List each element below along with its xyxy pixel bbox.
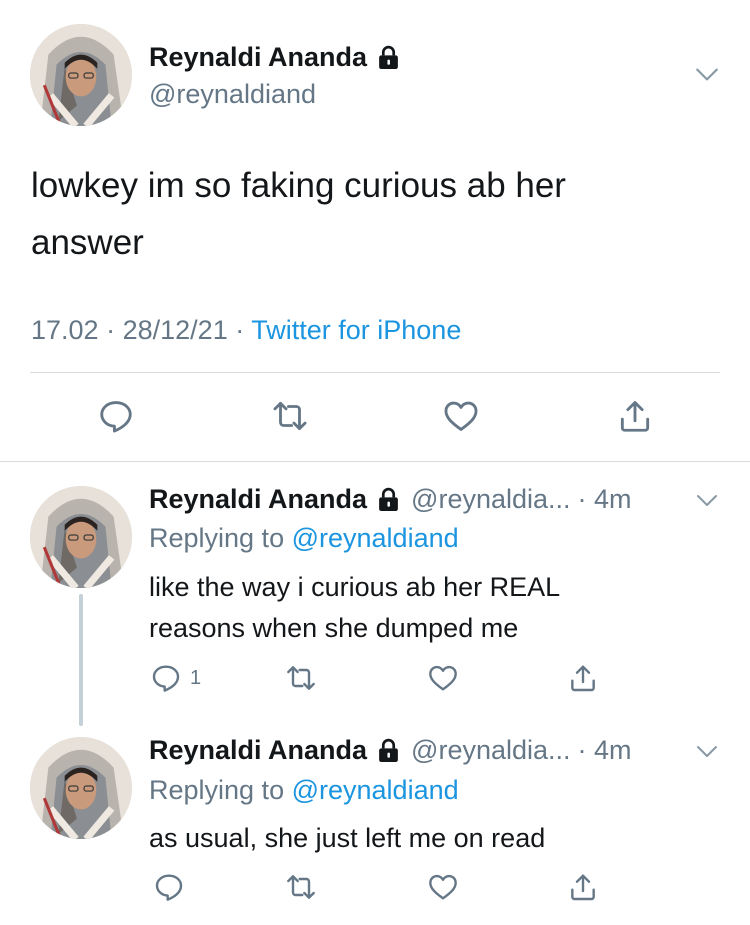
thread-line xyxy=(79,594,83,726)
reply-time: · 4m xyxy=(577,735,632,765)
reply-text: like the way i curious ab her REAL reaso… xyxy=(149,572,560,643)
avatar-photo xyxy=(30,486,132,588)
heart-icon[interactable] xyxy=(442,397,480,435)
reply-time: · 4m xyxy=(577,484,632,514)
retweet-icon[interactable] xyxy=(285,662,317,694)
lock-icon xyxy=(379,487,398,511)
retweet-icon[interactable] xyxy=(271,397,309,435)
tweet-source-link[interactable]: Twitter for iPhone xyxy=(251,315,461,345)
lock-icon xyxy=(379,45,398,69)
replying-to: Replying to @reynaldiand xyxy=(149,775,459,805)
heart-icon[interactable] xyxy=(427,662,459,694)
reply-count: 1 xyxy=(190,667,202,689)
author-name[interactable]: Reynaldi Ananda xyxy=(149,42,401,73)
reply-header: Reynaldi Ananda @reynaldia... · 4m xyxy=(149,735,632,766)
reply-text: as usual, she just left me on read xyxy=(149,823,546,853)
author-name[interactable]: Reynaldi Ananda xyxy=(149,735,367,766)
retweet-icon[interactable] xyxy=(285,871,317,903)
author-handle[interactable]: @reynaldia... xyxy=(411,484,570,515)
meta-separator: · xyxy=(235,315,245,345)
chevron-down-icon[interactable] xyxy=(695,488,719,512)
meta-separator: · xyxy=(106,315,116,345)
reply-icon[interactable] xyxy=(97,397,135,435)
tweet-time: 17.02 xyxy=(31,315,99,345)
heart-icon[interactable] xyxy=(427,871,459,903)
author-name[interactable]: Reynaldi Ananda xyxy=(149,484,367,515)
divider xyxy=(30,372,720,373)
replying-to-handle-link[interactable]: @reynaldiand xyxy=(292,523,459,553)
tweet-text: lowkey im so faking curious ab her answe… xyxy=(31,166,566,262)
chevron-down-icon[interactable] xyxy=(695,739,719,763)
share-icon[interactable] xyxy=(567,662,599,694)
author-handle[interactable]: @reynaldiand xyxy=(149,79,316,110)
lock-icon xyxy=(379,738,398,762)
chevron-down-icon[interactable] xyxy=(694,61,720,87)
avatar[interactable] xyxy=(30,486,132,588)
replying-to: Replying to @reynaldiand xyxy=(149,523,459,553)
divider xyxy=(0,461,750,462)
reply-icon[interactable] xyxy=(153,871,185,903)
share-icon[interactable] xyxy=(616,397,654,435)
replying-to-handle-link[interactable]: @reynaldiand xyxy=(292,775,459,805)
reply-header: Reynaldi Ananda @reynaldia... · 4m xyxy=(149,484,632,515)
reply-icon[interactable] xyxy=(150,662,182,694)
avatar-photo xyxy=(30,24,132,126)
tweet-meta: 17.02 · 28/12/21 · Twitter for iPhone xyxy=(31,315,461,346)
avatar[interactable] xyxy=(30,737,132,839)
avatar-photo xyxy=(30,737,132,839)
tweet-date: 28/12/21 xyxy=(122,315,228,345)
avatar[interactable] xyxy=(30,24,132,126)
author-handle[interactable]: @reynaldia... xyxy=(411,735,570,766)
share-icon[interactable] xyxy=(567,871,599,903)
